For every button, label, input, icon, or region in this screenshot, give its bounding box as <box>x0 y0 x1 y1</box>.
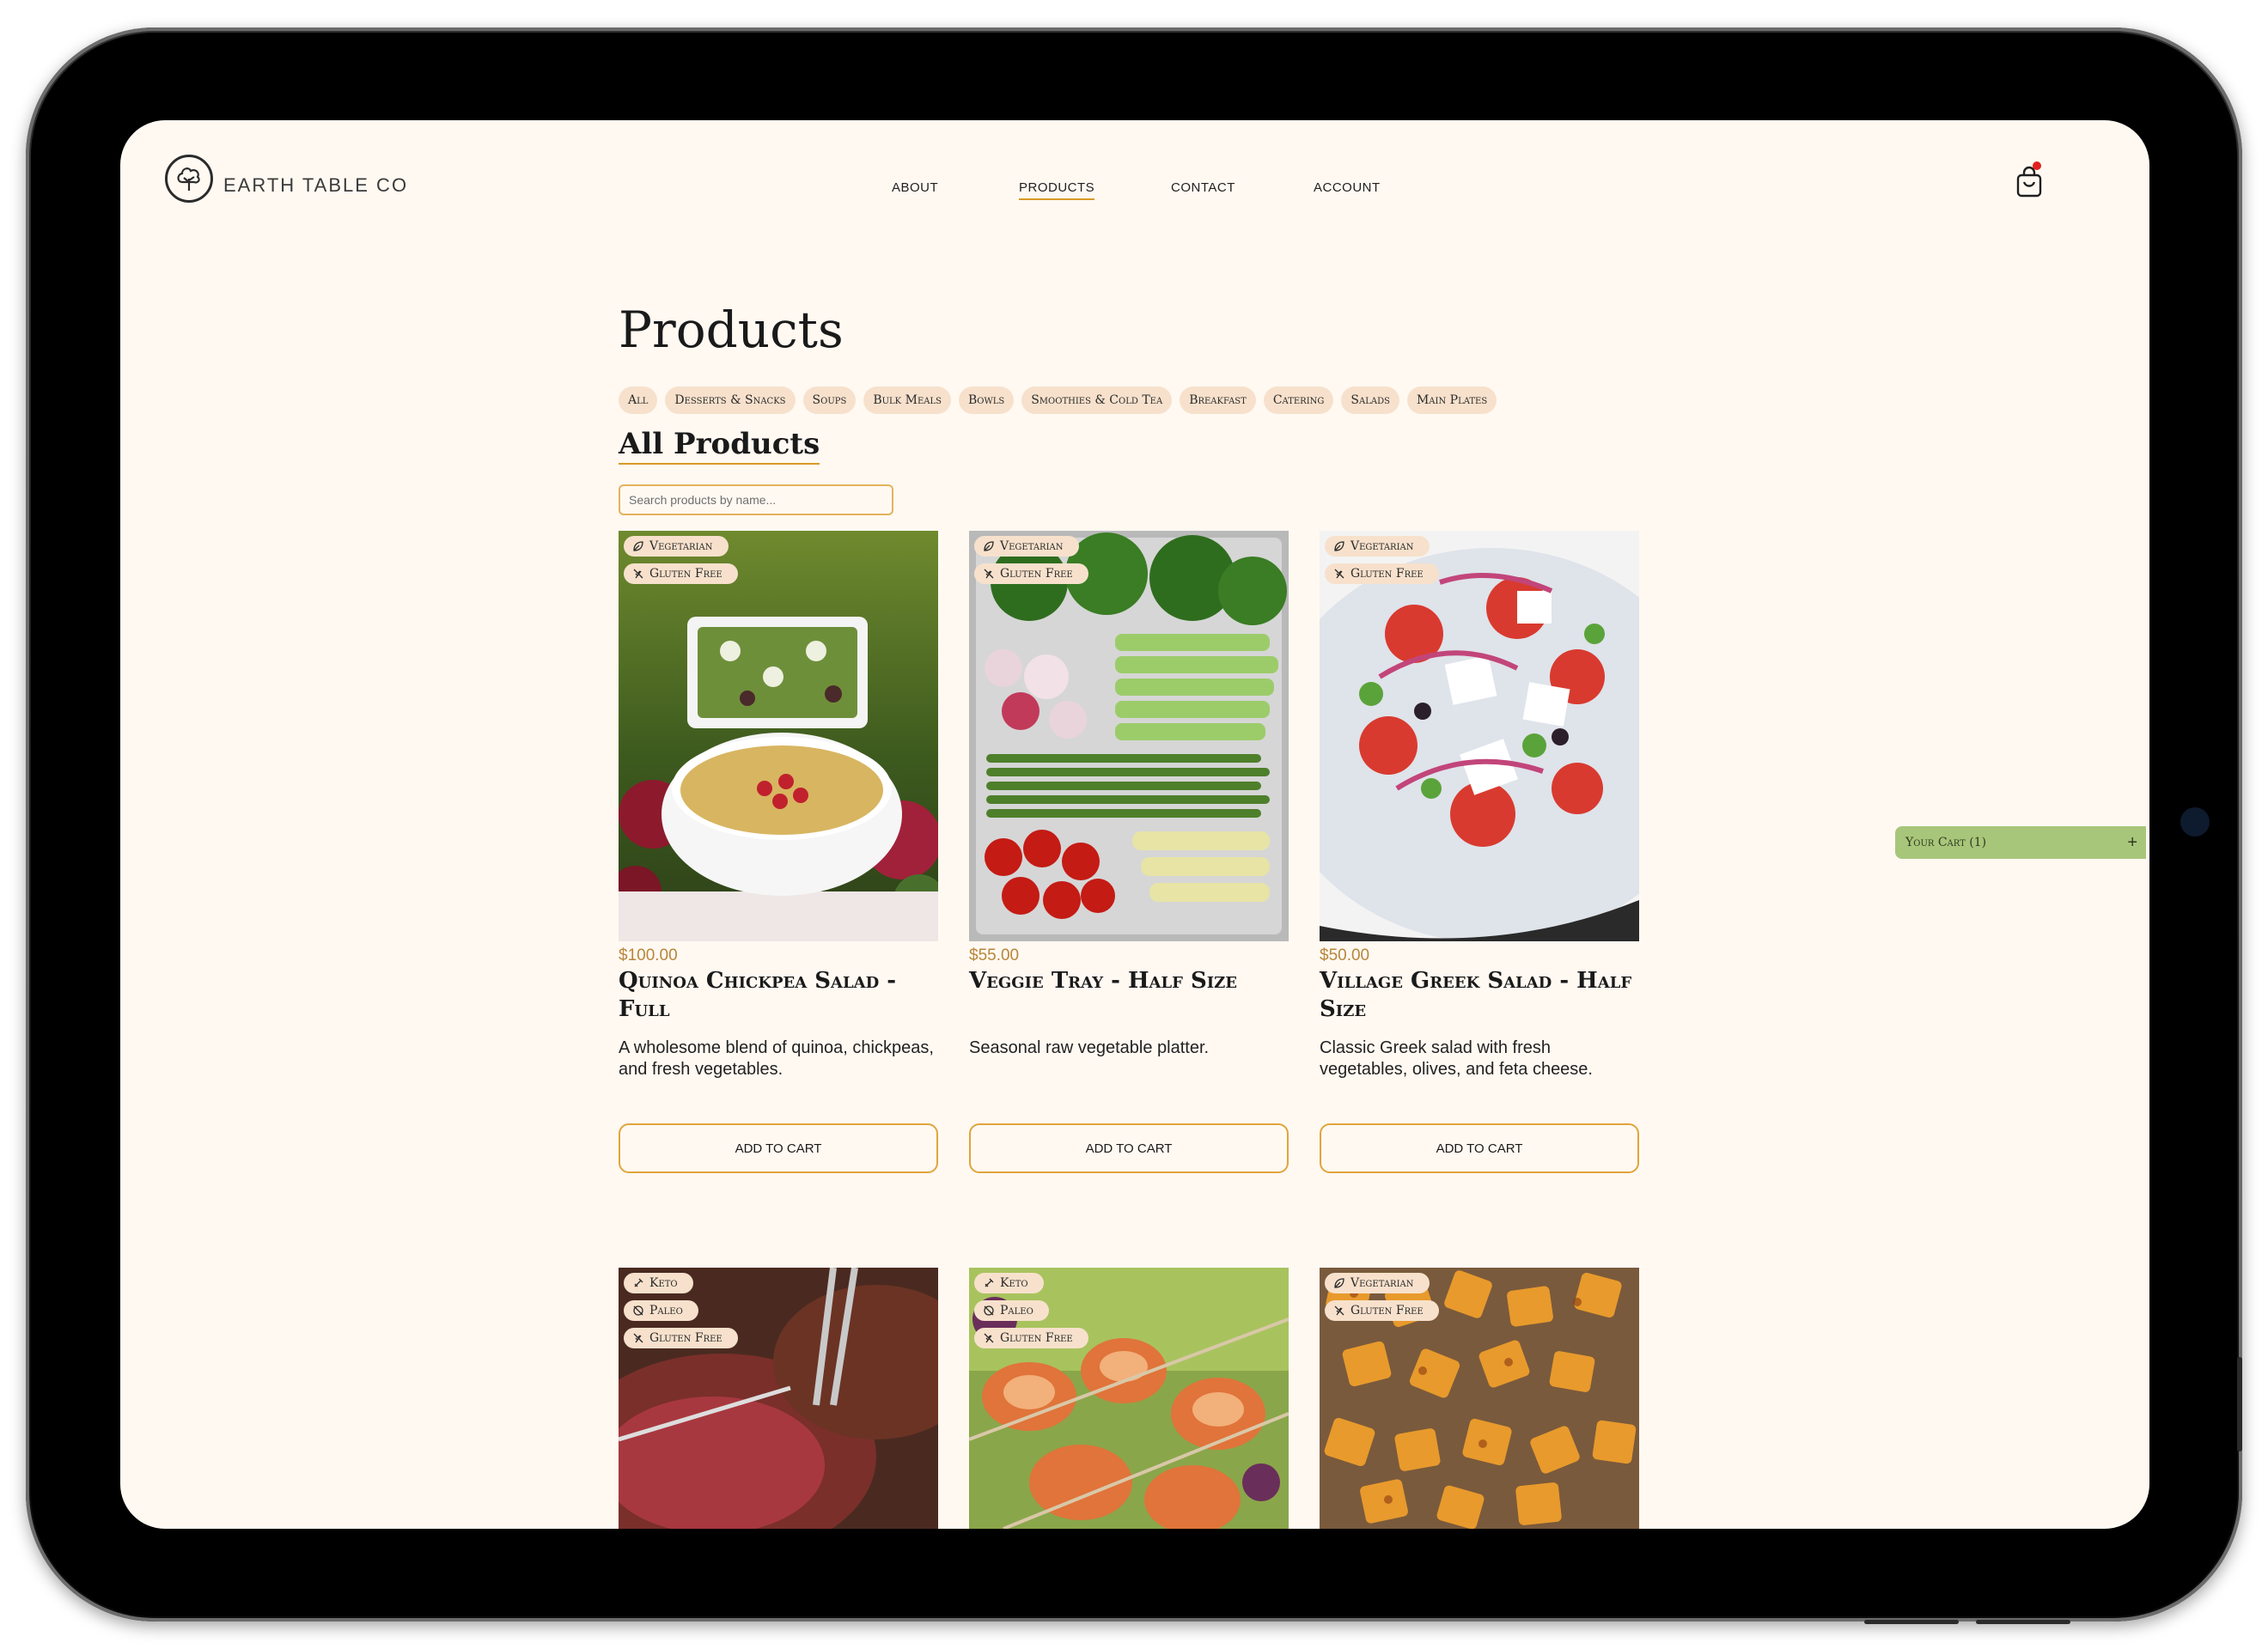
diet-tags: Vegetarian Gluten Free <box>624 536 738 584</box>
tag-paleo: Paleo <box>624 1300 698 1321</box>
tag-label: Gluten Free <box>649 1331 722 1345</box>
tag-gluten-free: Gluten Free <box>1325 563 1439 584</box>
tag-label: Paleo <box>1000 1304 1033 1317</box>
main-nav: ABOUT PRODUCTS CONTACT ACCOUNT <box>120 180 2149 206</box>
product-price: $100.00 <box>619 946 678 964</box>
tag-vegetarian: Vegetarian <box>624 536 729 557</box>
product-image-salad[interactable]: Vegetarian Gluten Free <box>619 531 938 941</box>
tag-label: Paleo <box>649 1304 683 1317</box>
product-name[interactable]: Quinoa Chickpea Salad - Full <box>619 967 938 1024</box>
product-name[interactable]: Veggie Tray - Half Size <box>969 967 1289 995</box>
section-title: All Products <box>619 427 820 465</box>
tag-label: Vegetarian <box>1350 539 1414 553</box>
add-to-cart-button[interactable]: ADD TO CART <box>969 1123 1289 1173</box>
floating-cart-label: Your Cart (1) <box>1905 836 1987 849</box>
product-image-veggie-tray[interactable]: Vegetarian Gluten Free <box>969 531 1289 941</box>
add-to-cart-button[interactable]: ADD TO CART <box>1320 1123 1639 1173</box>
tag-label: Vegetarian <box>649 539 713 553</box>
tag-keto: Keto <box>624 1273 693 1293</box>
keto-icon <box>634 1278 643 1287</box>
no-wheat-icon <box>1334 1305 1344 1316</box>
no-wheat-icon <box>1334 569 1344 579</box>
tag-gluten-free: Gluten Free <box>974 1328 1088 1348</box>
side-button <box>2237 1357 2242 1451</box>
leaf-icon <box>1334 541 1344 551</box>
tag-gluten-free: Gluten Free <box>624 563 738 584</box>
category-chip-breakfast[interactable]: Breakfast <box>1180 386 1256 414</box>
category-chip-smoothies-cold-tea[interactable]: Smoothies & Cold Tea <box>1021 386 1173 414</box>
tag-gluten-free: Gluten Free <box>624 1328 738 1348</box>
search-input[interactable] <box>619 484 893 515</box>
product-price: $55.00 <box>969 946 1020 964</box>
product-price: $50.00 <box>1320 946 1370 964</box>
product-description: Classic Greek salad with fresh vegetable… <box>1320 1038 1593 1079</box>
tag-keto: Keto <box>974 1273 1044 1293</box>
leaf-icon <box>984 541 994 551</box>
category-chip-desserts-snacks[interactable]: Desserts & Snacks <box>665 386 796 414</box>
nav-about[interactable]: ABOUT <box>892 180 938 198</box>
tag-label: Vegetarian <box>1350 1276 1414 1290</box>
page-title: Products <box>619 301 844 359</box>
diet-tags: Keto Paleo Gluten Free <box>624 1273 738 1348</box>
no-wheat-icon <box>984 1333 994 1343</box>
front-camera <box>2180 807 2210 837</box>
tag-label: Vegetarian <box>1000 539 1064 553</box>
diet-tags: Vegetarian Gluten Free <box>1325 536 1439 584</box>
tag-vegetarian: Vegetarian <box>1325 536 1430 557</box>
diet-tags: Keto Paleo Gluten Free <box>974 1273 1088 1348</box>
tag-paleo: Paleo <box>974 1300 1049 1321</box>
tag-label: Gluten Free <box>649 567 722 581</box>
nav-products[interactable]: PRODUCTS <box>1019 180 1095 200</box>
category-filters: All Desserts & Snacks Soups Bulk Meals B… <box>619 386 1497 414</box>
category-chip-bowls[interactable]: Bowls <box>958 386 1015 414</box>
paleo-icon <box>984 1305 994 1316</box>
category-chip-all[interactable]: All <box>619 386 658 414</box>
diet-tags: Vegetarian Gluten Free <box>1325 1273 1439 1321</box>
tag-vegetarian: Vegetarian <box>1325 1273 1430 1293</box>
tag-label: Keto <box>1000 1276 1028 1290</box>
tag-label: Gluten Free <box>1350 1304 1424 1317</box>
screen: EARTH TABLE CO ABOUT PRODUCTS CONTACT AC… <box>120 120 2149 1529</box>
tag-label: Keto <box>649 1276 678 1290</box>
keto-icon <box>985 1278 994 1287</box>
product-image-roasted-squash[interactable]: Vegetarian Gluten Free <box>1320 1268 1639 1529</box>
tag-gluten-free: Gluten Free <box>1325 1300 1439 1321</box>
category-chip-bulk-meals[interactable]: Bulk Meals <box>863 386 951 414</box>
add-to-cart-button[interactable]: ADD TO CART <box>619 1123 938 1173</box>
category-chip-catering[interactable]: Catering <box>1263 386 1334 414</box>
cart-notification-dot <box>2033 161 2041 170</box>
paleo-icon <box>633 1305 643 1316</box>
nav-account[interactable]: ACCOUNT <box>1314 180 1381 198</box>
no-wheat-icon <box>633 1333 643 1343</box>
product-image-steak[interactable]: Keto Paleo Gluten Free <box>619 1268 938 1529</box>
tag-label: Gluten Free <box>1000 1331 1073 1345</box>
tag-label: Gluten Free <box>1350 567 1424 581</box>
no-wheat-icon <box>633 569 643 579</box>
tag-label: Gluten Free <box>1000 567 1073 581</box>
shopping-bag-icon[interactable] <box>2012 161 2046 199</box>
leaf-icon <box>633 541 643 551</box>
nav-contact[interactable]: CONTACT <box>1171 180 1235 198</box>
product-description: A wholesome blend of quinoa, chickpeas, … <box>619 1038 934 1079</box>
leaf-icon <box>1334 1278 1344 1288</box>
tag-gluten-free: Gluten Free <box>974 563 1088 584</box>
product-name[interactable]: Village Greek Salad - Half Size <box>1320 967 1639 1024</box>
category-chip-main-plates[interactable]: Main Plates <box>1406 386 1497 414</box>
bottom-button <box>1976 1620 2070 1624</box>
floating-cart-tab[interactable]: Your Cart (1) + <box>1895 826 2146 859</box>
product-description: Seasonal raw vegetable platter. <box>969 1038 1210 1057</box>
tag-vegetarian: Vegetarian <box>974 536 1079 557</box>
plus-icon[interactable]: + <box>2127 833 2137 853</box>
bottom-button <box>1864 1620 1959 1624</box>
product-image-shrimp-skewers[interactable]: Keto Paleo Gluten Free <box>969 1268 1289 1529</box>
category-chip-soups[interactable]: Soups <box>802 386 857 414</box>
diet-tags: Vegetarian Gluten Free <box>974 536 1088 584</box>
category-chip-salads[interactable]: Salads <box>1341 386 1399 414</box>
no-wheat-icon <box>984 569 994 579</box>
product-image-greek-salad[interactable]: Vegetarian Gluten Free <box>1320 531 1639 941</box>
